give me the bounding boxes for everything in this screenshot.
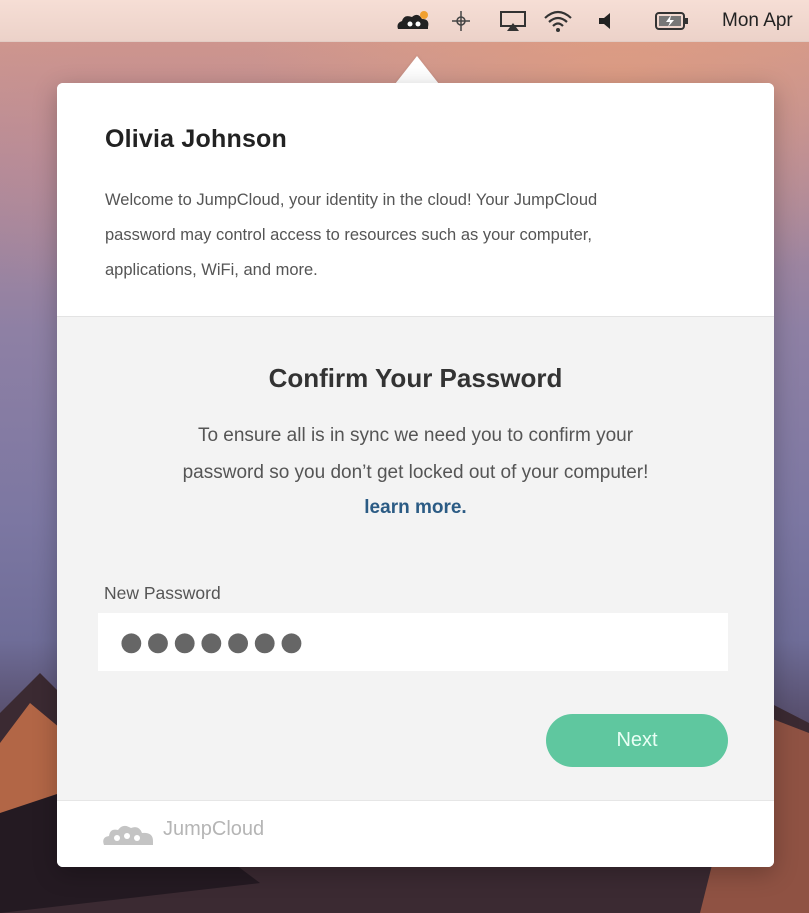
jumpcloud-icon[interactable] <box>392 0 436 42</box>
confirm-title: Confirm Your Password <box>268 363 563 393</box>
welcome-section: Olivia Johnson Welcome to JumpCloud, you… <box>57 83 774 317</box>
menu-bar: Mon Apr <box>0 0 809 42</box>
confirm-password-section: Confirm Your Password To ensure all is i… <box>57 317 774 800</box>
battery-icon[interactable] <box>652 0 692 42</box>
learn-more-link[interactable]: learn more. <box>57 497 774 519</box>
jumpcloud-popover: Olivia Johnson Welcome to JumpCloud, you… <box>57 83 774 867</box>
user-name: Olivia Johnson <box>105 125 287 153</box>
wifi-icon[interactable] <box>540 0 576 42</box>
next-button[interactable]: Next <box>546 714 728 767</box>
footer: JumpCloud <box>57 800 774 867</box>
confirm-description: To ensure all is in sync we need you to … <box>97 417 734 491</box>
airplay-icon[interactable] <box>497 0 529 42</box>
menubar-clock[interactable]: Mon Apr <box>722 0 793 42</box>
jumpcloud-logo-icon <box>103 825 153 845</box>
new-password-label: New Password <box>104 583 221 603</box>
new-password-input[interactable] <box>98 613 728 671</box>
brand-name: JumpCloud <box>163 818 265 840</box>
volume-icon[interactable] <box>594 0 618 42</box>
popover-arrow <box>395 56 439 84</box>
welcome-line: applications, WiFi, and more. <box>105 261 318 279</box>
welcome-line: password may control access to resources… <box>105 226 592 244</box>
welcome-text: Welcome to JumpCloud, your identity in t… <box>105 183 735 288</box>
crosshair-icon[interactable] <box>448 0 474 42</box>
description-line: password so you don’t get locked out of … <box>182 462 649 483</box>
description-line: To ensure all is in sync we need you to … <box>197 425 634 446</box>
welcome-line: Welcome to JumpCloud, your identity in t… <box>105 191 598 209</box>
